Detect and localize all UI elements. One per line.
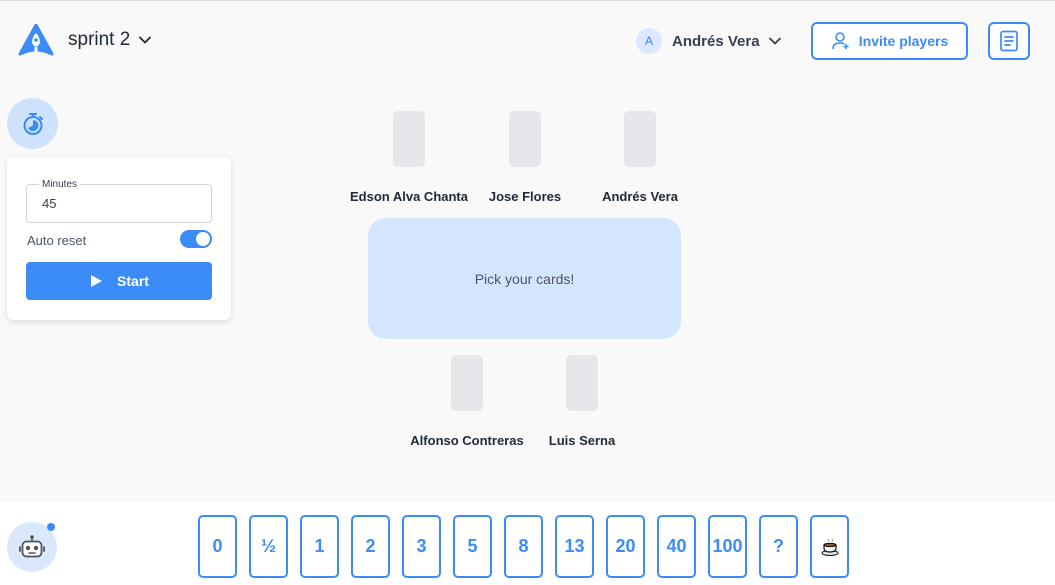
invite-players-label: Invite players bbox=[858, 33, 949, 49]
document-list-icon bbox=[1000, 30, 1018, 52]
auto-reset-label: Auto reset bbox=[27, 233, 87, 248]
auto-reset-toggle[interactable] bbox=[180, 230, 212, 248]
chevron-down-icon bbox=[768, 37, 781, 45]
stopwatch-icon bbox=[23, 112, 43, 135]
player-card bbox=[624, 111, 656, 167]
vote-card[interactable]: ? bbox=[759, 515, 798, 578]
room-name: sprint 2 bbox=[68, 29, 131, 50]
player-name: Alfonso Contreras bbox=[410, 433, 524, 448]
coffee-cup-icon bbox=[821, 538, 838, 556]
vote-card[interactable]: 13 bbox=[555, 515, 594, 578]
avatar: A bbox=[636, 28, 662, 54]
vote-card[interactable]: 5 bbox=[453, 515, 492, 578]
vote-card[interactable]: 2 bbox=[351, 515, 390, 578]
add-user-icon bbox=[831, 32, 849, 50]
minutes-label: Minutes bbox=[39, 179, 81, 190]
start-timer-button[interactable]: Start bbox=[26, 262, 212, 300]
minutes-value: 45 bbox=[42, 196, 57, 211]
play-icon bbox=[91, 275, 103, 287]
start-label: Start bbox=[117, 273, 149, 289]
robot-icon bbox=[19, 535, 45, 558]
player-name: Andrés Vera bbox=[602, 189, 678, 204]
invite-players-button[interactable]: Invite players bbox=[811, 22, 968, 60]
timer-toggle-button[interactable] bbox=[7, 98, 58, 149]
player-card bbox=[393, 111, 425, 167]
vote-card[interactable]: 3 bbox=[402, 515, 441, 578]
poker-table: Pick your cards! bbox=[368, 218, 681, 339]
player-name: Edson Alva Chanta bbox=[350, 189, 468, 204]
player-card bbox=[509, 111, 541, 167]
minutes-input[interactable]: Minutes 45 bbox=[26, 179, 212, 223]
player-card bbox=[566, 355, 598, 411]
player-seat: Edson Alva Chanta bbox=[349, 111, 469, 205]
user-name: Andrés Vera bbox=[672, 32, 760, 50]
top-border bbox=[0, 0, 1055, 1]
player-card bbox=[451, 355, 483, 411]
player-seat: Alfonso Contreras bbox=[407, 355, 527, 449]
player-seat: Andrés Vera bbox=[580, 111, 700, 205]
user-menu[interactable]: A Andrés Vera bbox=[636, 28, 782, 54]
vote-card[interactable]: 1 bbox=[300, 515, 339, 578]
timer-panel: Minutes 45 Auto reset Start bbox=[7, 157, 231, 320]
notification-dot bbox=[47, 523, 55, 531]
card-deck: 0 ½ 1 2 3 5 8 13 20 40 100 ? bbox=[198, 515, 849, 578]
chevron-down-icon bbox=[139, 36, 152, 44]
room-selector[interactable]: sprint 2 bbox=[68, 29, 152, 51]
issues-list-button[interactable] bbox=[988, 22, 1030, 60]
vote-card[interactable]: 0 bbox=[198, 515, 237, 578]
player-seat: Jose Flores bbox=[465, 111, 585, 205]
player-seat: Luis Serna bbox=[522, 355, 642, 449]
vote-card[interactable]: ½ bbox=[249, 515, 288, 578]
vote-card[interactable]: 8 bbox=[504, 515, 543, 578]
toggle-knob bbox=[196, 232, 210, 246]
coffee-card[interactable] bbox=[810, 515, 849, 578]
vote-card[interactable]: 40 bbox=[657, 515, 696, 578]
player-name: Jose Flores bbox=[488, 189, 562, 204]
vote-card[interactable]: 100 bbox=[708, 515, 747, 578]
board-message: Pick your cards! bbox=[474, 270, 575, 287]
vote-card[interactable]: 20 bbox=[606, 515, 645, 578]
rocket-logo-icon[interactable] bbox=[18, 23, 54, 58]
player-name: Luis Serna bbox=[548, 433, 616, 448]
